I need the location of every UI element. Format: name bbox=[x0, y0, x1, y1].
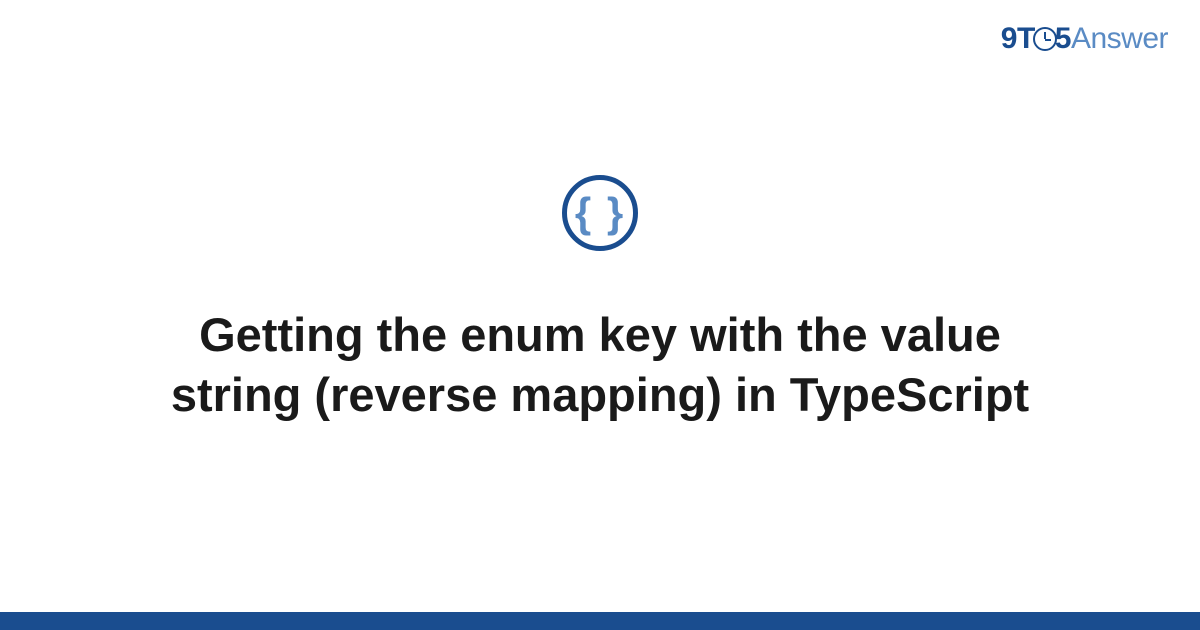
braces-icon: { } bbox=[575, 189, 625, 237]
footer-accent-bar bbox=[0, 612, 1200, 630]
main-content: { } Getting the enum key with the value … bbox=[0, 0, 1200, 630]
page-title: Getting the enum key with the value stri… bbox=[150, 305, 1050, 425]
category-badge: { } bbox=[562, 175, 638, 251]
